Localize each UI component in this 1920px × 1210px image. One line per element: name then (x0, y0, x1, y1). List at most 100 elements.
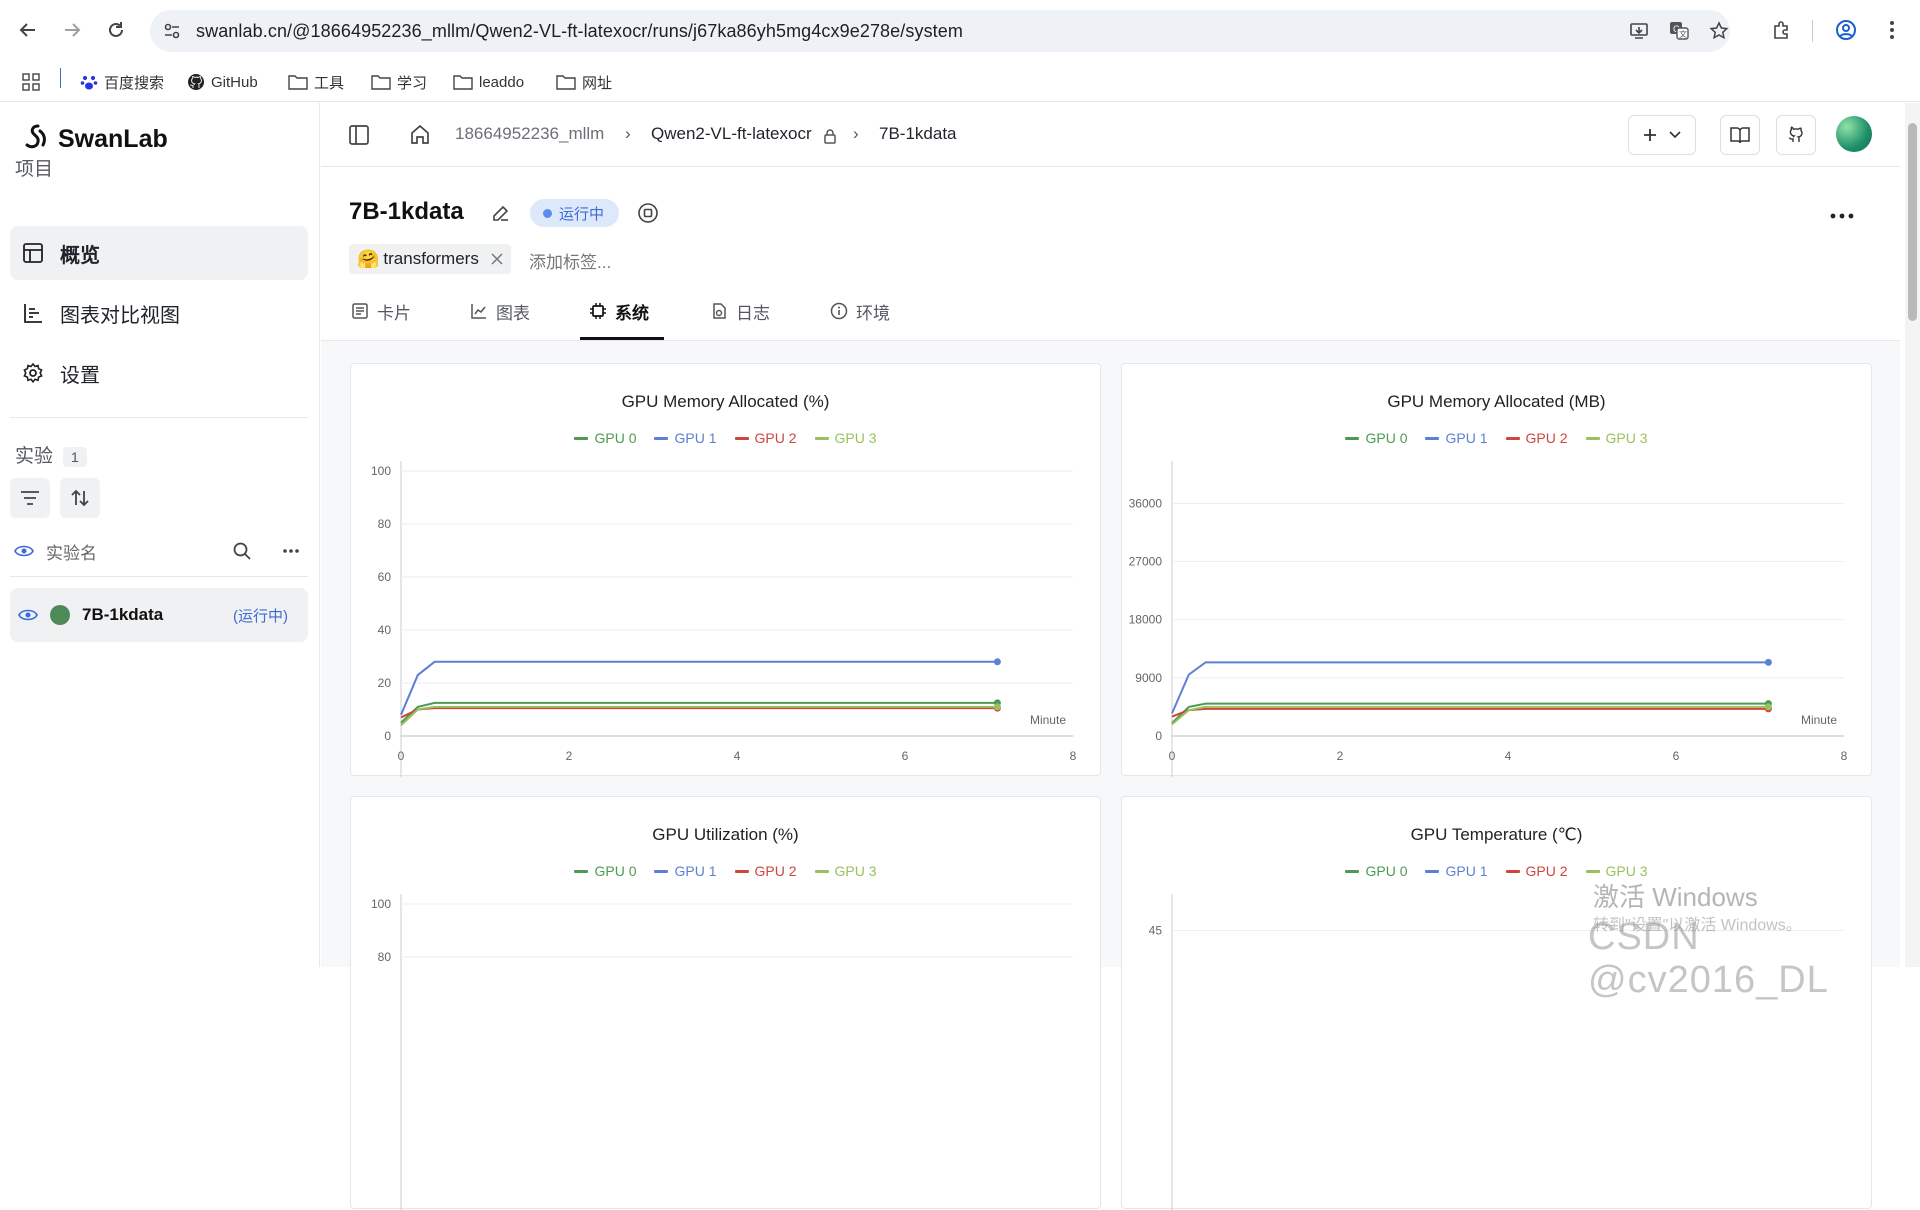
tab-cards[interactable]: 卡片 (351, 295, 411, 327)
filter-icon (21, 491, 39, 505)
chart-plot: 45 (1149, 894, 1844, 1210)
series-line[interactable] (400, 707, 998, 719)
csdn-watermark: CSDN @cv2016_DL (1588, 916, 1829, 1001)
x-tick-label: 4 (734, 749, 741, 763)
series-end-point[interactable] (1764, 703, 1772, 711)
bookmark-folder-tools[interactable]: 工具 (288, 70, 344, 94)
edit-title-button[interactable] (491, 203, 511, 228)
breadcrumb-run[interactable]: 7B-1kdata (879, 124, 957, 144)
github-outline-icon (1788, 126, 1803, 142)
series-line[interactable] (400, 705, 998, 727)
site-settings-icon[interactable] (162, 21, 182, 41)
address-bar[interactable]: swanlab.cn/@18664952236_mllm/Qwen2-VL-ft… (150, 10, 1730, 52)
bookmark-folder-sites[interactable]: 网址 (556, 70, 612, 94)
breadcrumb-project[interactable]: Qwen2-VL-ft-latexocr (651, 124, 812, 144)
experiments-table-header: 实验名 (14, 533, 308, 569)
project-section-title: 项目 (15, 159, 54, 180)
tab-label: 日志 (736, 303, 770, 323)
y-tick-label: 100 (371, 464, 391, 478)
scrollbar-thumb[interactable] (1908, 123, 1917, 321)
stop-run-button[interactable] (637, 202, 659, 229)
tab-environment[interactable]: 环境 (830, 295, 890, 327)
back-button[interactable] (12, 14, 44, 46)
kebab-menu-icon (1890, 21, 1894, 39)
tab-label: 卡片 (377, 303, 411, 323)
toolbar-divider (1812, 20, 1813, 42)
y-tick-label: 0 (384, 729, 391, 743)
chart-card-gpu-memory-mb[interactable]: GPU Memory Allocated (MB) GPU 0 GPU 1 GPU … (1121, 363, 1872, 777)
tab-label: 图表 (496, 303, 530, 323)
extensions-button[interactable] (1765, 14, 1797, 46)
breadcrumb-user[interactable]: 18664952236_mllm (455, 124, 604, 144)
add-tag-input[interactable]: 添加标签... (529, 248, 611, 273)
chart-card-gpu-memory-percent[interactable]: GPU Memory Allocated (%) GPU 0 GPU 1 GPU 2… (350, 363, 1101, 777)
series-line[interactable] (1171, 707, 1769, 718)
experiment-row[interactable]: 7B-1kdata (运行中) (10, 588, 308, 642)
top-bar: 18664952236_mllm › Qwen2-VL-ft-latexocr … (321, 103, 1900, 167)
bookmark-label: 学习 (397, 74, 428, 92)
search-icon[interactable] (232, 541, 252, 561)
eye-icon[interactable] (14, 544, 34, 558)
sidebar-item-overview[interactable]: 概览 (10, 226, 308, 280)
sidebar-item-chart-compare[interactable]: 图表对比视图 (10, 286, 308, 340)
series-end-point[interactable] (993, 703, 1001, 711)
folder-icon (556, 75, 576, 90)
reload-icon (109, 22, 123, 37)
url-text[interactable]: swanlab.cn/@18664952236_mllm/Qwen2-VL-ft… (196, 21, 963, 42)
add-button[interactable] (1628, 115, 1696, 155)
tag-chip[interactable]: 🤗 transformers (349, 244, 511, 274)
profile-button[interactable] (1830, 14, 1862, 46)
home-button[interactable] (409, 123, 431, 150)
user-avatar[interactable] (1836, 116, 1872, 152)
x-tick-label: 8 (1070, 749, 1077, 763)
toggle-sidebar-button[interactable] (348, 124, 370, 151)
y-tick-label: 0 (1155, 729, 1162, 743)
sort-icon (71, 489, 89, 507)
translate-button[interactable]: G文 (1663, 20, 1695, 42)
chart-card-gpu-utilization[interactable]: GPU Utilization (%) GPU 0 GPU 1 GPU 2 GPU 3… (350, 796, 1101, 1210)
experiment-status: (运行中) (233, 607, 288, 625)
bookmark-github[interactable]: GitHub (187, 70, 258, 94)
github-repo-button[interactable] (1776, 115, 1816, 155)
more-horizontal-icon[interactable] (282, 548, 300, 554)
apps-grid-button[interactable] (22, 70, 40, 94)
experiment-name-column: 实验名 (46, 543, 97, 563)
forward-button[interactable] (56, 14, 88, 46)
bookmark-folder-leaddo[interactable]: leaddo (453, 70, 524, 94)
sidebar-item-settings[interactable]: 设置 (10, 346, 308, 400)
plus-icon (1644, 129, 1656, 141)
experiment-color-dot (50, 605, 70, 625)
close-icon[interactable] (491, 253, 503, 265)
chart-card-gpu-temperature[interactable]: GPU Temperature (℃) GPU 0 GPU 1 GPU 2 GPU 3… (1121, 796, 1872, 1210)
reload-button[interactable] (100, 14, 132, 46)
apps-grid-icon (22, 73, 40, 91)
bookmark-baidu[interactable]: 百度搜索 (80, 70, 164, 94)
series-line[interactable] (1171, 661, 1769, 714)
y-tick-label: 80 (378, 950, 392, 964)
eye-icon[interactable] (18, 608, 38, 622)
browser-menu-button[interactable] (1876, 14, 1908, 46)
sort-button[interactable] (60, 478, 100, 518)
edit-icon (493, 205, 509, 221)
series-end-point[interactable] (993, 658, 1001, 666)
bookmark-label: 网址 (582, 74, 613, 92)
x-tick-label: 6 (1673, 749, 1680, 763)
docs-button[interactable] (1720, 115, 1760, 155)
page-scrollbar[interactable] (1905, 103, 1920, 967)
more-horizontal-icon (1830, 213, 1854, 219)
x-tick-label: 0 (398, 749, 405, 763)
tab-system[interactable]: 系统 (589, 295, 649, 327)
swanlab-logo[interactable]: SwanLab (22, 123, 168, 155)
bookmark-star-button[interactable] (1703, 20, 1735, 42)
status-dot (543, 208, 552, 218)
filter-button[interactable] (10, 478, 50, 518)
tab-logs[interactable]: 日志 (710, 295, 770, 327)
series-end-point[interactable] (1764, 658, 1772, 666)
bookmark-folder-study[interactable]: 学习 (371, 70, 427, 94)
install-app-button[interactable] (1623, 20, 1655, 42)
tab-charts[interactable]: 图表 (470, 295, 530, 327)
x-axis-label: Minute (1801, 713, 1837, 727)
run-more-button[interactable] (1830, 198, 1854, 226)
chart-compare-icon (24, 304, 42, 323)
run-tabs: 卡片 图表 系统 日志 环境 (321, 283, 1900, 341)
